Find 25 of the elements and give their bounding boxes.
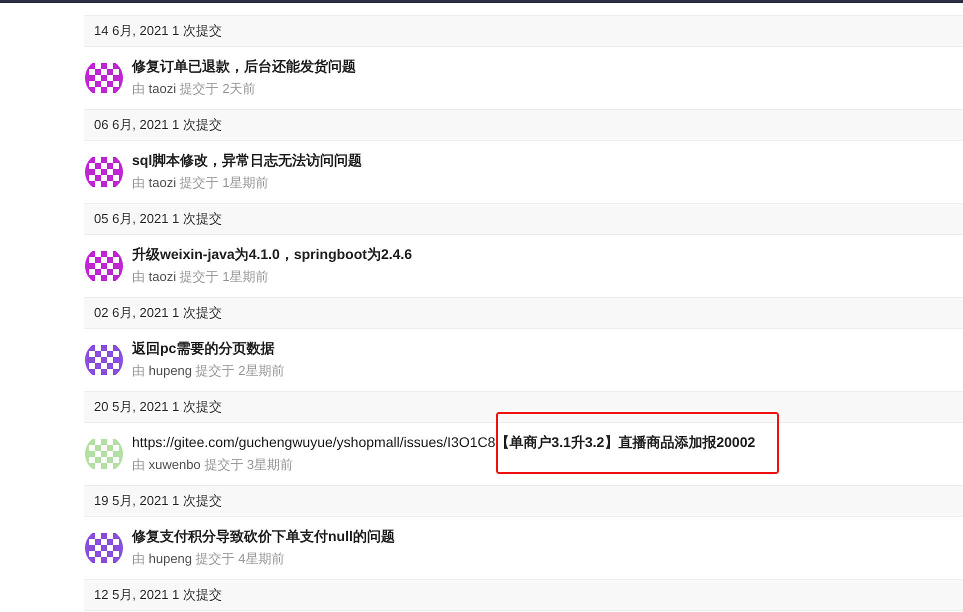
date-header: 02 6月, 2021 1 次提交: [84, 297, 963, 329]
commit-title[interactable]: 返回pc需要的分页数据: [132, 340, 284, 358]
commit-meta: 由 xuwenbo 提交于 3星期前: [132, 456, 294, 474]
commit-title[interactable]: 修复支付积分导致砍价下单支付null的问题: [132, 528, 395, 546]
commit-meta: 由 taozi 提交于 2天前: [132, 80, 257, 98]
author-link[interactable]: hupeng: [148, 363, 192, 378]
author-link[interactable]: taozi: [148, 269, 176, 284]
author-link[interactable]: taozi: [148, 175, 176, 190]
commit-title[interactable]: 修复订单已退款，后台还能发货问题: [132, 58, 356, 76]
date-header: 14 6月, 2021 1 次提交: [84, 15, 963, 47]
date-header: 05 6月, 2021 1 次提交: [84, 203, 963, 235]
commit-title[interactable]: https://gitee.com/guchengwuyue/yshopmall/issues/I3O1C8【单商户3.1升3.2】直播商品添加报20002: [132, 434, 756, 452]
author-link[interactable]: taozi: [148, 81, 176, 96]
commit-meta: 由 hupeng 提交于 2星期前: [132, 362, 284, 380]
date-header: 19 5月, 2021 1 次提交: [84, 485, 963, 517]
date-header: 06 6月, 2021 1 次提交: [84, 109, 963, 141]
commit-meta: 由 taozi 提交于 1星期前: [132, 268, 270, 286]
author-link[interactable]: hupeng: [148, 551, 192, 566]
date-header: 12 5月, 2021 1 次提交: [84, 579, 963, 611]
author-link[interactable]: xuwenbo: [148, 457, 201, 472]
commit-title[interactable]: 升级weixin-java为4.1.0，springboot为2.4.6: [132, 246, 412, 264]
date-header: 20 5月, 2021 1 次提交: [84, 391, 963, 423]
commit-meta: 由 taozi 提交于 1星期前: [132, 174, 270, 192]
commit-meta: 由 hupeng 提交于 4星期前: [132, 550, 286, 568]
commit-title[interactable]: sql脚本修改，异常日志无法访问问题: [132, 152, 362, 170]
